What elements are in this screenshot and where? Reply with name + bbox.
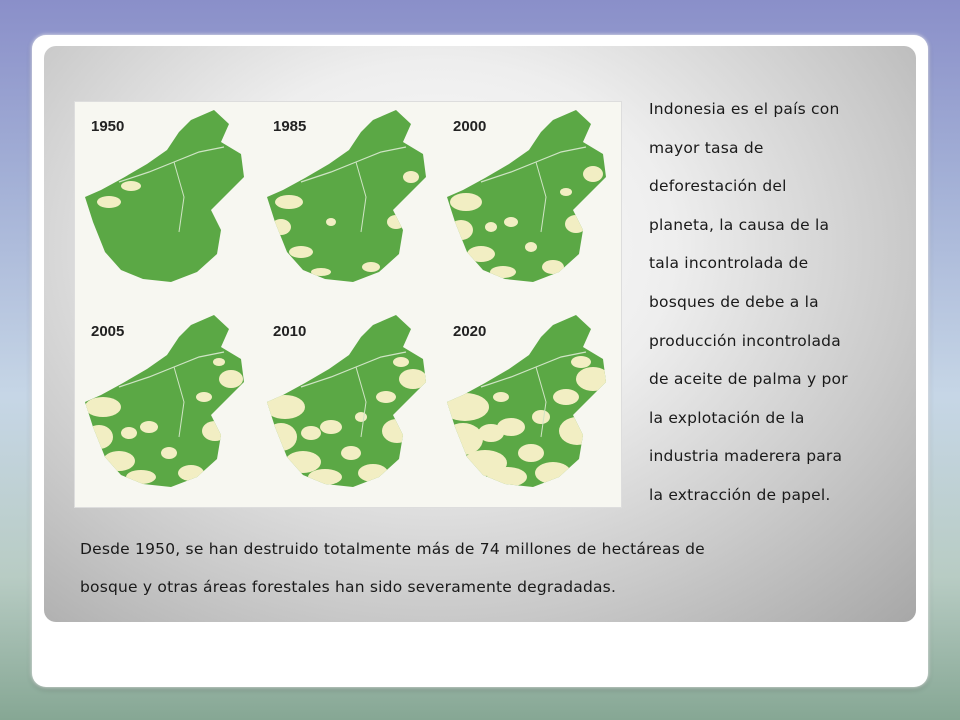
side-paragraph: Indonesia es el país con mayor tasa de d… <box>649 90 899 515</box>
side-line: mayor tasa de <box>649 138 764 157</box>
map-year-label: 2020 <box>453 323 487 340</box>
map-cell-2020: 2020 <box>441 307 621 507</box>
side-line: bosques de debe a la <box>649 292 819 311</box>
map-year-label: 1950 <box>91 118 125 135</box>
side-line: la explotación de la <box>649 408 805 427</box>
side-line: planeta, la causa de la <box>649 215 830 234</box>
map-year-label: 2000 <box>453 118 487 135</box>
map-cell-2000: 2000 <box>441 102 621 302</box>
bottom-paragraph: Desde 1950, se han destruido totalmente … <box>80 530 900 606</box>
map-cell-2010: 2010 <box>261 307 441 507</box>
map-cell-1950: 1950 <box>79 102 259 302</box>
side-line: deforestación del <box>649 177 787 196</box>
bottom-line: bosque y otras áreas forestales han sido… <box>80 578 617 596</box>
map-cell-2005: 2005 <box>79 307 259 507</box>
deforestation-maps-figure: 1950 1985 2000 2005 2010 2020 <box>74 101 622 508</box>
side-line: de aceite de palma y por <box>649 370 848 389</box>
map-cell-1985: 1985 <box>261 102 441 302</box>
side-line: industria maderera para <box>649 447 843 466</box>
side-line: producción incontrolada <box>649 331 841 350</box>
side-line: tala incontrolada de <box>649 254 809 273</box>
map-year-label: 1985 <box>273 118 307 135</box>
map-year-label: 2005 <box>91 323 125 340</box>
map-year-label: 2010 <box>273 323 307 340</box>
side-line: Indonesia es el país con <box>649 100 840 118</box>
bottom-line: Desde 1950, se han destruido totalmente … <box>80 540 705 558</box>
side-line: la extracción de papel. <box>649 485 831 504</box>
